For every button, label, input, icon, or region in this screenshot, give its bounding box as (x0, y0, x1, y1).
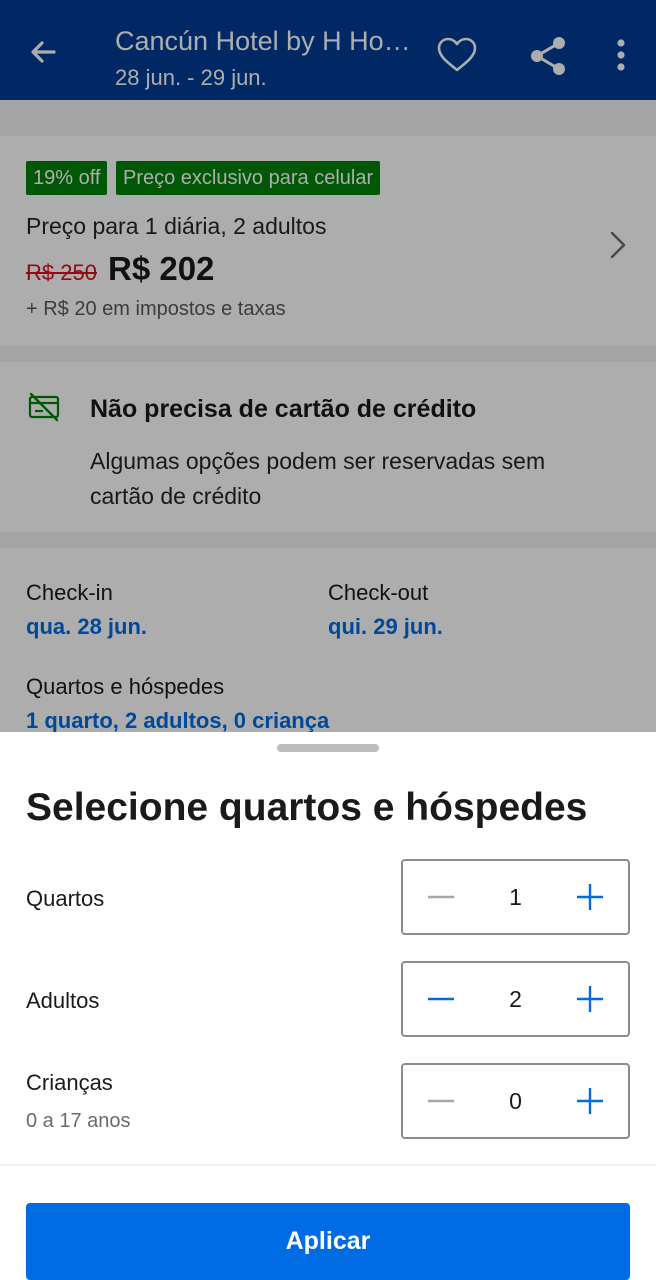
rooms-label: Quartos (26, 886, 105, 911)
rooms-decrement-button[interactable] (403, 861, 479, 933)
apply-button[interactable]: Aplicar (26, 1203, 630, 1280)
adults-stepper: 2 (401, 961, 630, 1037)
rooms-guests-sheet: Selecione quartos e hóspedes Quartos 1 A… (0, 732, 656, 1280)
adults-count: 2 (509, 986, 522, 1012)
children-stepper: 0 (401, 1063, 630, 1139)
footer-divider (0, 1164, 656, 1166)
sheet-title: Selecione quartos e hóspedes (26, 786, 588, 829)
rooms-increment-button[interactable] (552, 861, 628, 933)
sheet-drag-handle[interactable] (277, 744, 379, 752)
adults-increment-button[interactable] (552, 963, 628, 1035)
children-increment-button[interactable] (552, 1065, 628, 1137)
rooms-stepper: 1 (401, 859, 630, 935)
adults-label: Adultos (26, 988, 100, 1013)
children-decrement-button[interactable] (403, 1065, 479, 1137)
children-label: Crianças (26, 1070, 113, 1095)
children-age-range: 0 a 17 anos (26, 1110, 131, 1132)
children-count: 0 (509, 1088, 522, 1114)
rooms-count: 1 (509, 884, 522, 910)
adults-decrement-button[interactable] (403, 963, 479, 1035)
